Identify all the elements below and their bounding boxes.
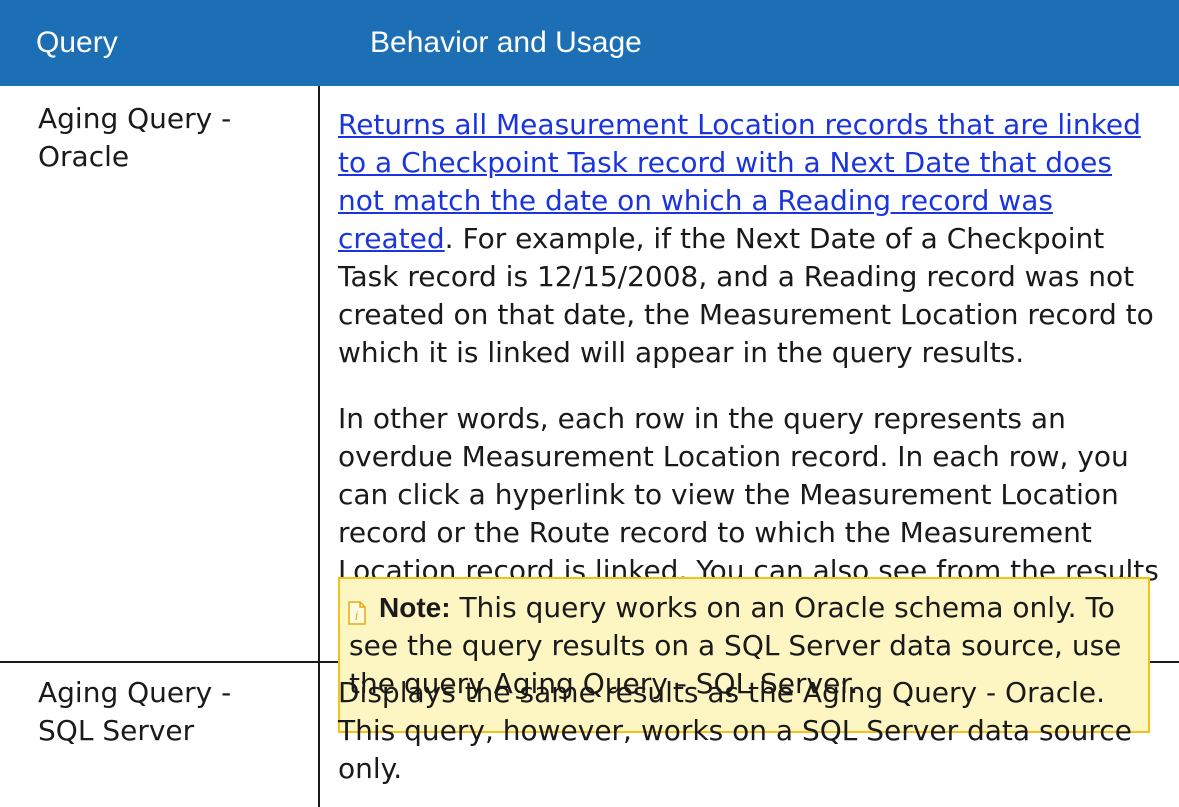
- column-divider: [318, 86, 320, 807]
- column-header-behavior: Behavior and Usage: [370, 26, 642, 59]
- query-table: Query Behavior and Usage Aging Query - O…: [0, 0, 1179, 807]
- description-paragraph-sql: Displays the same results as the Aging Q…: [338, 676, 1132, 785]
- description-text: . For example, if the Next Date of a Che…: [338, 222, 1154, 369]
- query-name-oracle: Aging Query - Oracle: [38, 102, 232, 173]
- query-name-sql-server: Aging Query - SQL Server: [38, 676, 232, 747]
- table-header-row: Query Behavior and Usage: [0, 0, 1179, 86]
- note-label: Note:: [379, 592, 451, 623]
- description-paragraph-1: Returns all Measurement Location records…: [338, 106, 1160, 372]
- column-header-query: Query: [36, 26, 118, 59]
